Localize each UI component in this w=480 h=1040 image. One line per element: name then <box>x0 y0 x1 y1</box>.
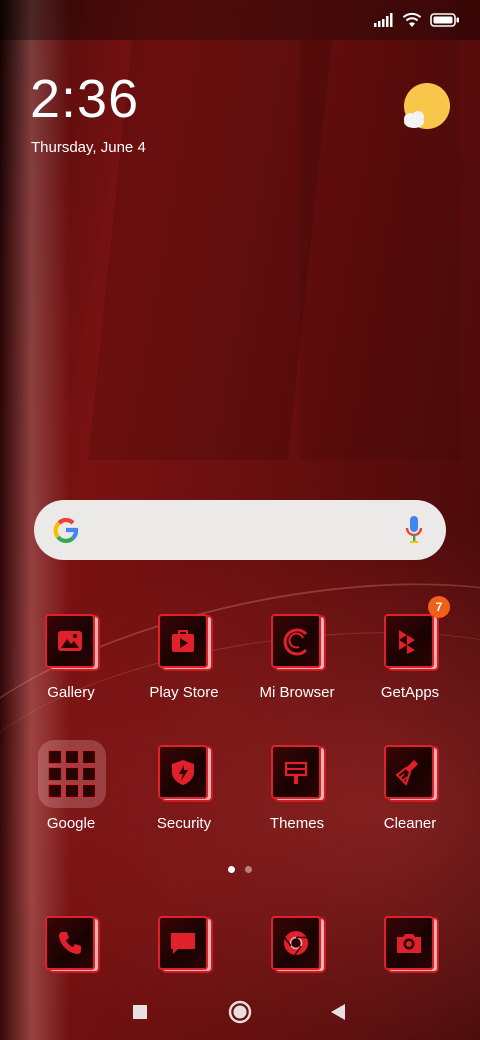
app-gallery[interactable]: Gallery <box>15 612 127 701</box>
cleaner-icon <box>384 745 434 799</box>
weather-widget[interactable] <box>398 82 452 136</box>
app-play-store[interactable]: Play Store <box>128 612 240 701</box>
app-label: Gallery <box>47 684 95 701</box>
page-dot-active[interactable] <box>228 866 235 873</box>
folder-google[interactable]: Google <box>15 740 127 832</box>
page-dot[interactable] <box>245 866 252 873</box>
app-label: Security <box>156 815 212 832</box>
app-label: GetApps <box>380 684 440 701</box>
dock-phone[interactable] <box>15 914 127 974</box>
play-store-icon <box>158 614 208 668</box>
clock-time[interactable]: 2:36 <box>30 68 139 130</box>
themes-icon <box>271 745 321 799</box>
app-getapps[interactable]: 7 GetApps <box>354 596 466 701</box>
dock-camera[interactable] <box>354 914 466 974</box>
camera-icon <box>384 916 434 970</box>
browser-icon <box>271 614 321 668</box>
dock-chrome[interactable] <box>241 914 353 974</box>
sunny-partly-cloudy-icon <box>404 83 450 129</box>
chrome-icon <box>271 916 321 970</box>
signal-bars-icon <box>374 13 394 32</box>
app-security[interactable]: Security <box>128 743 240 832</box>
app-cleaner[interactable]: Cleaner <box>354 743 466 832</box>
google-search-bar[interactable] <box>34 500 446 560</box>
gallery-icon <box>45 614 95 668</box>
wifi-icon <box>402 12 422 33</box>
status-bar <box>0 0 480 40</box>
recents-square-icon[interactable] <box>126 998 154 1026</box>
folder-icon <box>38 740 106 808</box>
security-icon <box>158 745 208 799</box>
app-label: Play Store <box>149 684 219 701</box>
messages-icon <box>158 916 208 970</box>
dock-messages[interactable] <box>128 914 240 974</box>
notification-badge: 7 <box>428 596 450 618</box>
app-themes[interactable]: Themes <box>241 743 353 832</box>
back-triangle-icon[interactable] <box>324 998 352 1026</box>
home-circle-icon[interactable] <box>226 998 254 1026</box>
app-label: Cleaner <box>383 815 437 832</box>
app-label: Google <box>46 815 96 832</box>
getapps-icon <box>384 614 434 668</box>
google-g-icon <box>53 517 79 543</box>
app-label: Mi Browser <box>259 684 335 701</box>
microphone-icon[interactable] <box>404 515 424 545</box>
phone-icon <box>45 916 95 970</box>
app-label: Themes <box>269 815 325 832</box>
clock-date[interactable]: Thursday, June 4 <box>31 139 146 156</box>
app-mi-browser[interactable]: Mi Browser <box>241 612 353 701</box>
battery-icon <box>430 13 460 32</box>
page-indicator <box>0 866 480 873</box>
navigation-bar <box>0 990 480 1034</box>
